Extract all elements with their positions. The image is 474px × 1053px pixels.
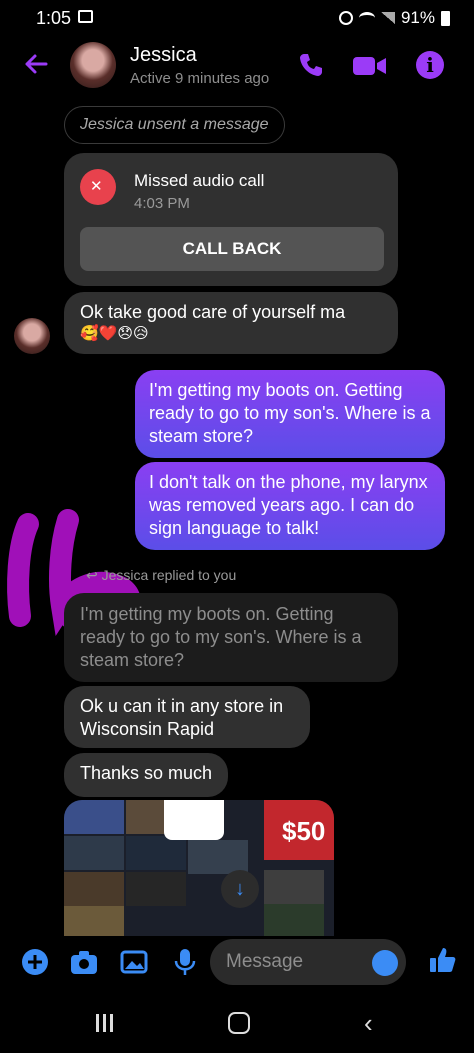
download-icon[interactable]: ↓ [221,870,259,908]
sender-avatar[interactable] [14,318,50,354]
camera-icon[interactable] [70,948,98,976]
signal-icon [380,12,395,24]
message-bubble-outgoing[interactable]: I don't talk on the phone, my larynx was… [135,462,445,550]
message-bubble-outgoing[interactable]: I'm getting my boots on. Getting ready t… [135,370,445,458]
game-tile [264,870,324,904]
gallery-notification-icon [78,10,93,23]
chat-header: Jessica Active 9 minutes ago i [0,36,474,96]
video-call-icon[interactable] [353,56,387,76]
microphone-icon[interactable] [171,948,199,976]
thumbs-up-icon[interactable] [428,946,456,974]
plus-icon[interactable] [21,948,49,976]
status-right: 91% [338,8,450,28]
call-title: Missed audio call [134,171,265,190]
game-tile [126,872,186,906]
game-tile [64,800,124,834]
home-icon[interactable] [228,1012,250,1034]
avatar[interactable] [70,42,116,88]
game-tile [126,836,186,870]
message-bubble-incoming[interactable]: Ok take good care of yourself ma 🥰❤️😞😥 [64,292,398,354]
message-bubble-incoming[interactable]: Ok u can it in any store in Wisconsin Ra… [64,686,310,748]
emoji-icon[interactable] [372,950,398,976]
gift-card-hanger [164,800,224,840]
status-time: 1:05 [36,8,72,28]
game-tile [64,906,124,936]
game-tile [64,872,124,906]
gift-card-image[interactable]: $50 ↓ [64,800,334,936]
contact-name[interactable]: Jessica [130,44,197,67]
call-time: 4:03 PM [134,195,190,212]
message-bubble-incoming[interactable]: Thanks so much [64,753,229,797]
battery-icon [441,10,450,26]
game-tile [64,836,124,870]
gallery-icon[interactable] [120,948,148,976]
game-tile [188,840,248,874]
reply-label-text: Jessica replied to you [101,567,237,583]
system-nav-bar: ‹ [0,990,474,1053]
missed-call-card: Missed audio call 4:03 PM CALL BACK [64,153,398,286]
game-tile [264,904,324,936]
chat-thread[interactable]: Jessica unsent a message Missed audio ca… [0,96,474,936]
wifi-icon [358,12,375,24]
quoted-message[interactable]: I'm getting my boots on. Getting ready t… [64,593,398,682]
gift-card-price: $50 [282,816,326,846]
missed-call-icon [80,169,116,205]
message-emoji: 🥰❤️😞😥 [80,325,149,342]
status-bar: 1:05 91% [0,0,474,36]
recent-apps-icon[interactable] [96,1014,118,1032]
message-text: Ok take good care of yourself ma [80,302,346,322]
phone-call-icon[interactable] [298,52,324,78]
call-back-button[interactable]: CALL BACK [80,227,384,271]
contact-status: Active 9 minutes ago [130,70,270,87]
reply-label: ↩ Jessica replied to you [86,567,237,583]
unsent-message: Jessica unsent a message [64,106,285,144]
nav-back-icon[interactable]: ‹ [364,1008,373,1039]
info-icon[interactable]: i [416,51,444,79]
battery-percent: 91% [400,8,435,27]
alarm-icon [338,11,353,25]
back-arrow-icon[interactable] [22,50,50,78]
message-composer [0,936,474,988]
